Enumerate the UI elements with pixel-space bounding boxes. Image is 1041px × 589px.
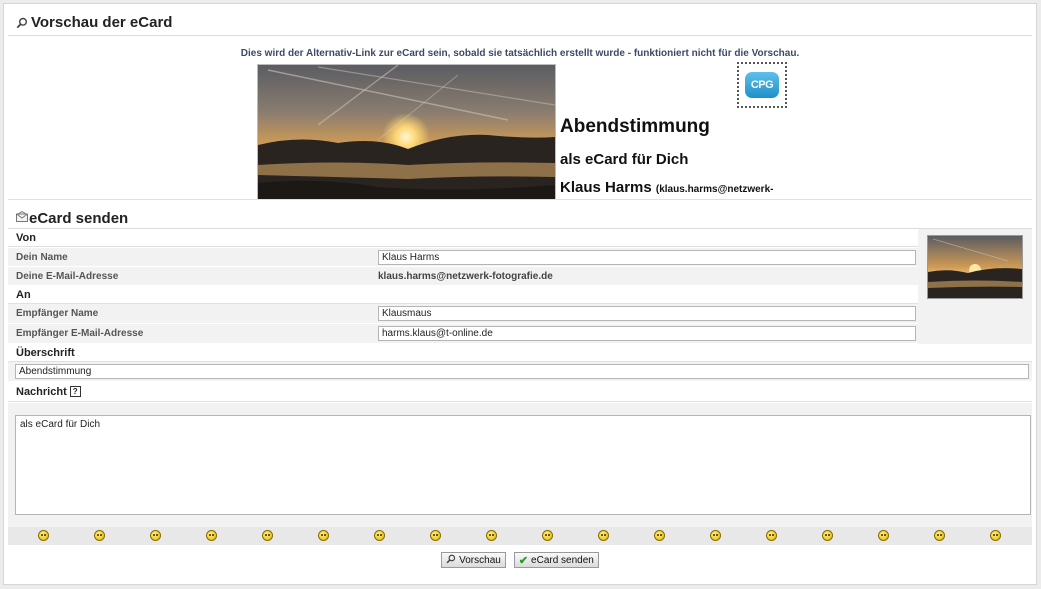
cpg-logo: CPG bbox=[745, 72, 779, 98]
envelope-icon bbox=[16, 211, 28, 225]
from-header: Von bbox=[8, 230, 918, 247]
magnifier-icon bbox=[16, 17, 28, 29]
smiley-icon[interactable] bbox=[990, 530, 1001, 541]
ecard-photo bbox=[257, 64, 556, 201]
alt-link-note: Dies wird der Alternativ-Link zur eCard … bbox=[240, 48, 800, 59]
ecard-stamp: CPG bbox=[737, 62, 787, 108]
from-header-label: Von bbox=[16, 232, 36, 244]
thumbnail-cell bbox=[918, 229, 1032, 344]
smiley-icon[interactable] bbox=[598, 530, 609, 541]
message-textarea[interactable]: als eCard für Dich bbox=[15, 415, 1031, 515]
your-email-value: klaus.harms@netzwerk-fotografie.de bbox=[378, 270, 553, 282]
smiley-icon[interactable] bbox=[262, 530, 273, 541]
smiley-icon[interactable] bbox=[94, 530, 105, 541]
smiley-icon[interactable] bbox=[150, 530, 161, 541]
magnifier-icon bbox=[446, 554, 456, 567]
card-sender-name: Klaus Harms bbox=[560, 179, 652, 196]
checkmark-icon: ✔ bbox=[518, 554, 529, 567]
card-sender-email: (klaus.harms@netzwerk- bbox=[655, 184, 774, 195]
recipient-name-input[interactable]: Klausmaus bbox=[378, 306, 916, 321]
card-message: als eCard für Dich bbox=[560, 151, 689, 168]
preview-title: Vorschau der eCard bbox=[31, 14, 173, 31]
help-icon[interactable]: ? bbox=[69, 386, 81, 397]
card-title: Abendstimmung bbox=[560, 116, 710, 137]
send-button[interactable]: ✔ eCard senden bbox=[513, 552, 599, 568]
heading-row: Abendstimmung bbox=[8, 362, 1032, 382]
recipient-name-row: Empfänger Name Klausmaus bbox=[8, 304, 918, 324]
preview-header: Vorschau der eCard bbox=[8, 10, 1032, 36]
smiley-icon[interactable] bbox=[486, 530, 497, 541]
your-email-label: Deine E-Mail-Adresse bbox=[16, 270, 119, 282]
message-label: Nachricht bbox=[16, 385, 67, 398]
your-name-label: Dein Name bbox=[16, 251, 68, 263]
recipient-name-label: Empfänger Name bbox=[16, 308, 99, 319]
recipient-email-row: Empfänger E-Mail-Adresse harms.klaus@t-o… bbox=[8, 324, 918, 344]
send-ecard-section: eCard senden Von Dein Name Klaus Harms D… bbox=[8, 199, 1032, 546]
card-sender: Klaus Harms (klaus.harms@netzwerk- bbox=[560, 179, 773, 196]
smiley-icon[interactable] bbox=[766, 530, 777, 541]
smiley-icon[interactable] bbox=[654, 530, 665, 541]
heading-input[interactable]: Abendstimmung bbox=[15, 364, 1029, 379]
your-name-row: Dein Name Klaus Harms bbox=[8, 248, 918, 267]
smiley-icon[interactable] bbox=[822, 530, 833, 541]
message-header: Nachricht ? bbox=[8, 382, 1032, 402]
smiley-icon[interactable] bbox=[542, 530, 553, 541]
heading-label: Überschrift bbox=[16, 347, 75, 359]
send-button-label: eCard senden bbox=[531, 554, 594, 566]
smiley-icon[interactable] bbox=[374, 530, 385, 541]
heading-header: Überschrift bbox=[8, 345, 1032, 362]
smiley-icon[interactable] bbox=[38, 530, 49, 541]
smiley-icon[interactable] bbox=[878, 530, 889, 541]
smiley-icon[interactable] bbox=[206, 530, 217, 541]
smiley-icon[interactable] bbox=[934, 530, 945, 541]
to-header-label: An bbox=[16, 288, 31, 301]
send-title: eCard senden bbox=[29, 209, 129, 227]
smiley-icon[interactable] bbox=[710, 530, 721, 541]
smiley-bar bbox=[8, 527, 1032, 545]
recipient-email-label: Empfänger E-Mail-Adresse bbox=[16, 328, 144, 339]
message-wrap: als eCard für Dich bbox=[8, 403, 1032, 527]
smiley-icon[interactable] bbox=[430, 530, 441, 541]
your-name-input[interactable]: Klaus Harms bbox=[378, 249, 916, 265]
send-header: eCard senden bbox=[8, 208, 1032, 229]
to-header: An bbox=[8, 286, 918, 304]
preview-button-label: Vorschau bbox=[459, 554, 501, 566]
your-email-row: Deine E-Mail-Adresse klaus.harms@netzwer… bbox=[8, 267, 918, 286]
preview-button[interactable]: Vorschau bbox=[441, 552, 506, 568]
ecard-thumbnail[interactable] bbox=[927, 235, 1023, 299]
recipient-email-input[interactable]: harms.klaus@t-online.de bbox=[378, 326, 916, 341]
action-buttons: Vorschau ✔ eCard senden bbox=[8, 552, 1032, 568]
smiley-icon[interactable] bbox=[318, 530, 329, 541]
